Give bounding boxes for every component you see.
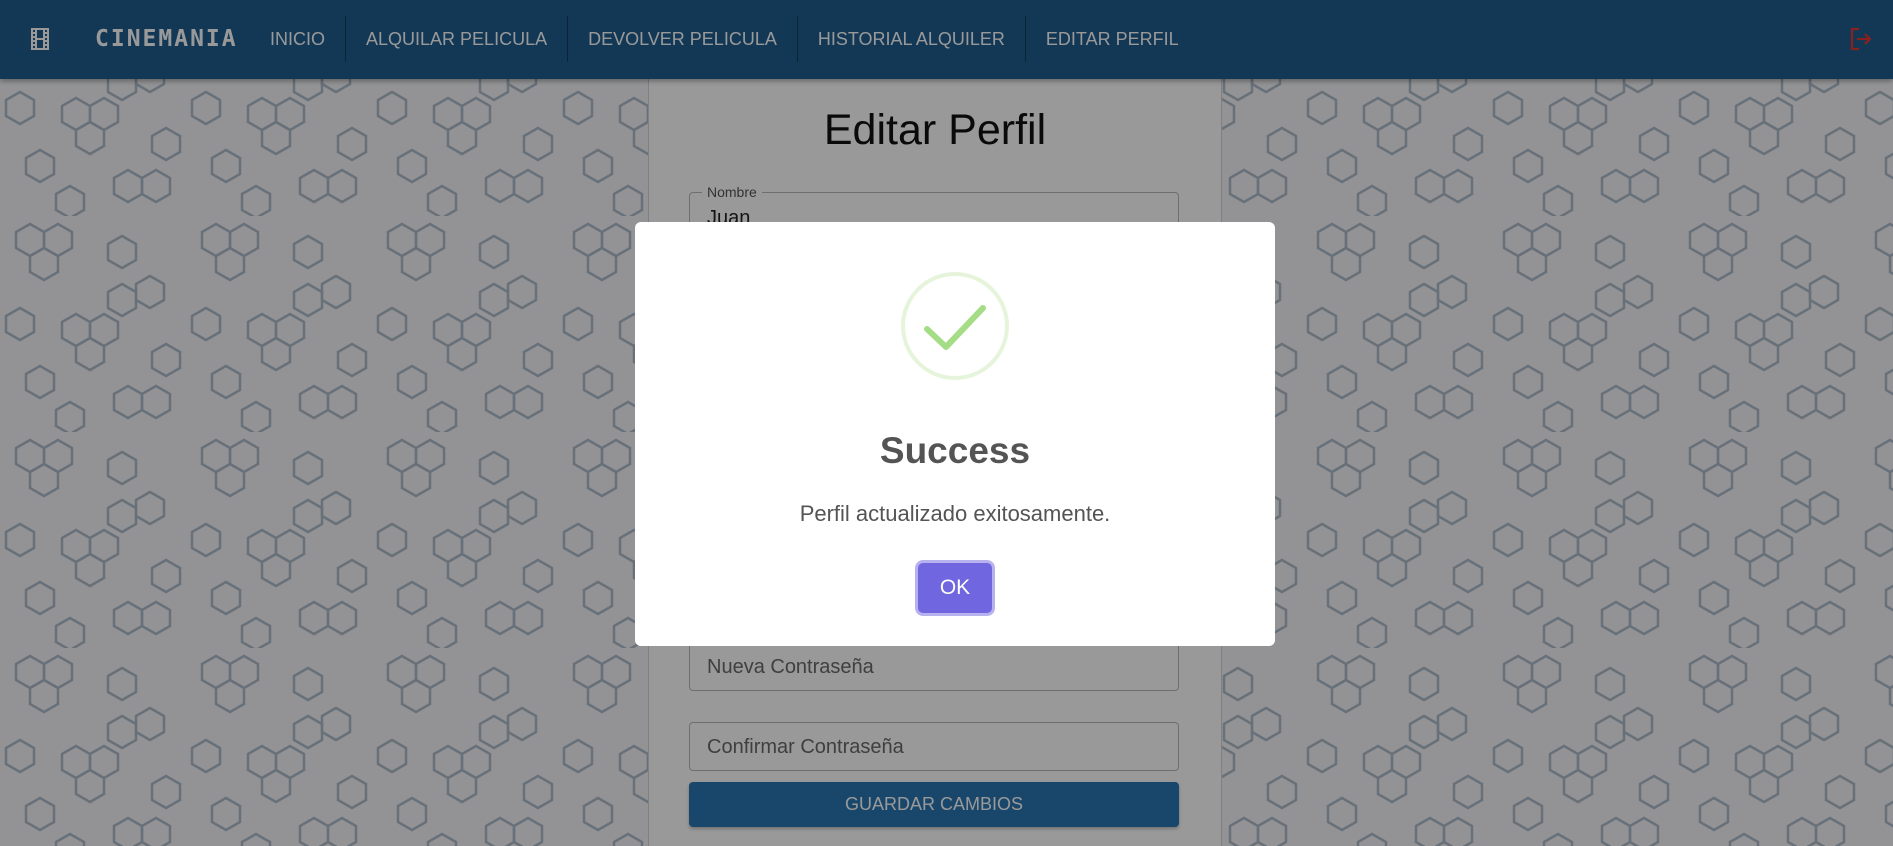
ok-button[interactable]: OK (918, 563, 992, 613)
success-dialog: Success Perfil actualizado exitosamente.… (635, 222, 1275, 646)
dialog-title: Success (879, 430, 1031, 471)
dialog-message: Perfil actualizado exitosamente. (799, 501, 1111, 526)
checkmark-icon (901, 272, 1009, 380)
